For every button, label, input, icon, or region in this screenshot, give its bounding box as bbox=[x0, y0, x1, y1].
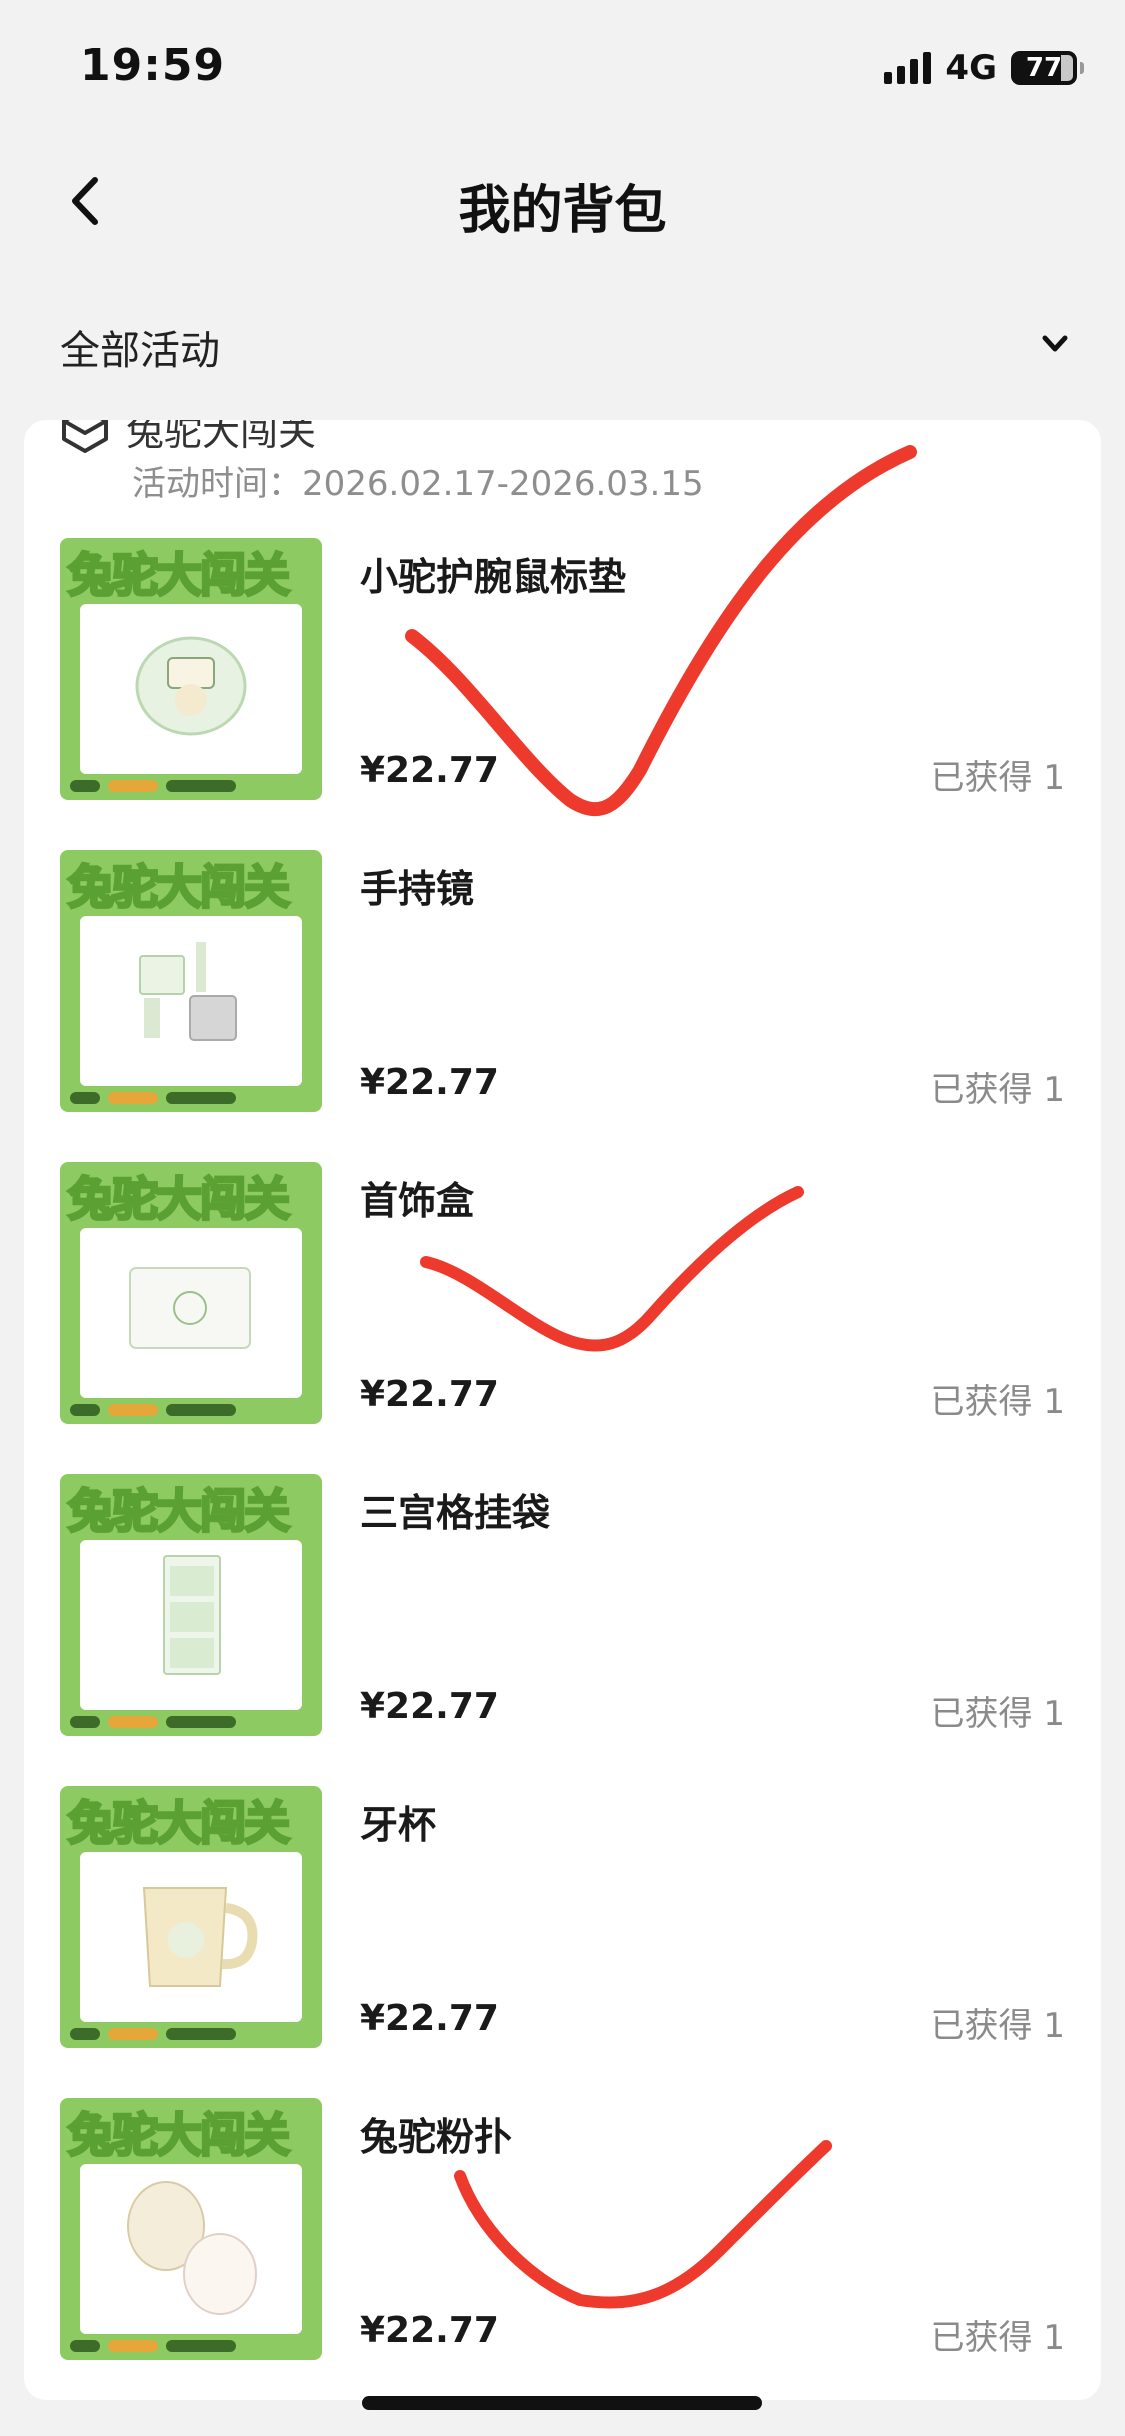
list-item[interactable]: 兔驼大闯关 首饰盒 ¥22.77 已获得 1 bbox=[24, 1162, 1101, 1474]
list-item[interactable]: 兔驼大闯关 手持镜 ¥22.77 已获得 1 bbox=[24, 850, 1101, 1162]
list-item[interactable]: 兔驼大闯关 小驼护腕鼠标垫 ¥22.77 已获得 1 bbox=[24, 538, 1101, 850]
item-price: ¥22.77 bbox=[360, 1998, 499, 2039]
battery-level: 77 bbox=[1025, 53, 1063, 83]
gift-box-icon bbox=[62, 420, 108, 453]
item-status: 已获得 1 bbox=[930, 2318, 1065, 2358]
status-indicators: 4G 77 bbox=[884, 46, 1084, 90]
cup-image bbox=[142, 1887, 258, 1987]
thumbnail-banner: 兔驼大闯关 bbox=[67, 859, 292, 916]
signal-icon bbox=[884, 52, 932, 84]
list-item[interactable]: 兔驼大闯关 兔驼粉扑 ¥22.77 已获得 1 bbox=[24, 2098, 1101, 2400]
item-thumbnail: 兔驼大闯关 bbox=[60, 1474, 322, 1736]
item-thumbnail: 兔驼大闯关 bbox=[60, 538, 322, 800]
item-price: ¥22.77 bbox=[360, 2310, 499, 2351]
item-thumbnail: 兔驼大闯关 bbox=[60, 1786, 322, 2048]
item-title: 手持镜 bbox=[360, 867, 475, 911]
mouse-pad-image bbox=[135, 636, 247, 736]
status-time: 19:59 bbox=[80, 40, 226, 91]
activity-time: 活动时间：2026.02.17-2026.03.15 bbox=[132, 456, 704, 505]
thumbnail-banner: 兔驼大闯关 bbox=[67, 547, 292, 604]
page-title: 我的背包 bbox=[458, 181, 667, 241]
item-list: 兔驼大闯关 小驼护腕鼠标垫 ¥22.77 已获得 1 兔驼大闯关 手持镜 ¥22… bbox=[24, 538, 1101, 2400]
item-price: ¥22.77 bbox=[360, 1686, 499, 1727]
hand-mirror-image bbox=[139, 942, 237, 1041]
hanging-pouch-image bbox=[163, 1555, 221, 1675]
item-title: 首饰盒 bbox=[360, 1179, 475, 1223]
activity-name: 兔驼大闯关 bbox=[126, 420, 317, 454]
thumbnail-banner: 兔驼大闯关 bbox=[67, 2107, 292, 2164]
activity-filter-dropdown[interactable]: 全部活动 bbox=[0, 300, 1125, 390]
item-status: 已获得 1 bbox=[930, 1382, 1065, 1422]
item-thumbnail: 兔驼大闯关 bbox=[60, 850, 322, 1112]
item-title: 小驼护腕鼠标垫 bbox=[360, 555, 627, 599]
status-bar: 19:59 4G 77 bbox=[0, 0, 1125, 140]
chevron-down-icon bbox=[1037, 326, 1073, 362]
nav-bar: 我的背包 bbox=[0, 140, 1125, 260]
item-price: ¥22.77 bbox=[360, 1062, 499, 1103]
thumbnail-banner: 兔驼大闯关 bbox=[67, 1483, 292, 1540]
list-item[interactable]: 兔驼大闯关 牙杯 ¥22.77 已获得 1 bbox=[24, 1786, 1101, 2098]
item-title: 兔驼粉扑 bbox=[360, 2115, 513, 2159]
item-price: ¥22.77 bbox=[360, 750, 499, 791]
activity-card: 兔驼大闯关 活动时间：2026.02.17-2026.03.15 兔驼大闯关 小… bbox=[24, 420, 1101, 2400]
activity-time-label: 活动时间： bbox=[132, 464, 302, 504]
home-indicator bbox=[362, 2396, 762, 2410]
network-label: 4G bbox=[945, 48, 997, 88]
activity-time-value: 2026.02.17-2026.03.15 bbox=[302, 464, 704, 504]
jewelry-box-image bbox=[129, 1267, 251, 1349]
powder-puff-image bbox=[127, 2181, 257, 2315]
item-status: 已获得 1 bbox=[930, 2006, 1065, 2046]
item-price: ¥22.77 bbox=[360, 1374, 499, 1415]
item-thumbnail: 兔驼大闯关 bbox=[60, 1162, 322, 1424]
thumbnail-banner: 兔驼大闯关 bbox=[67, 1171, 292, 1228]
item-status: 已获得 1 bbox=[930, 1070, 1065, 1110]
item-status: 已获得 1 bbox=[930, 758, 1065, 798]
activity-header: 兔驼大闯关 bbox=[60, 420, 316, 458]
thumbnail-banner: 兔驼大闯关 bbox=[67, 1795, 292, 1852]
item-title: 牙杯 bbox=[360, 1803, 437, 1847]
item-status: 已获得 1 bbox=[930, 1694, 1065, 1734]
battery-icon: 77 bbox=[1011, 51, 1084, 85]
list-item[interactable]: 兔驼大闯关 三宫格挂袋 ¥22.77 已获得 1 bbox=[24, 1474, 1101, 1786]
filter-label: 全部活动 bbox=[60, 328, 220, 374]
item-thumbnail: 兔驼大闯关 bbox=[60, 2098, 322, 2360]
item-title: 三宫格挂袋 bbox=[360, 1491, 551, 1535]
